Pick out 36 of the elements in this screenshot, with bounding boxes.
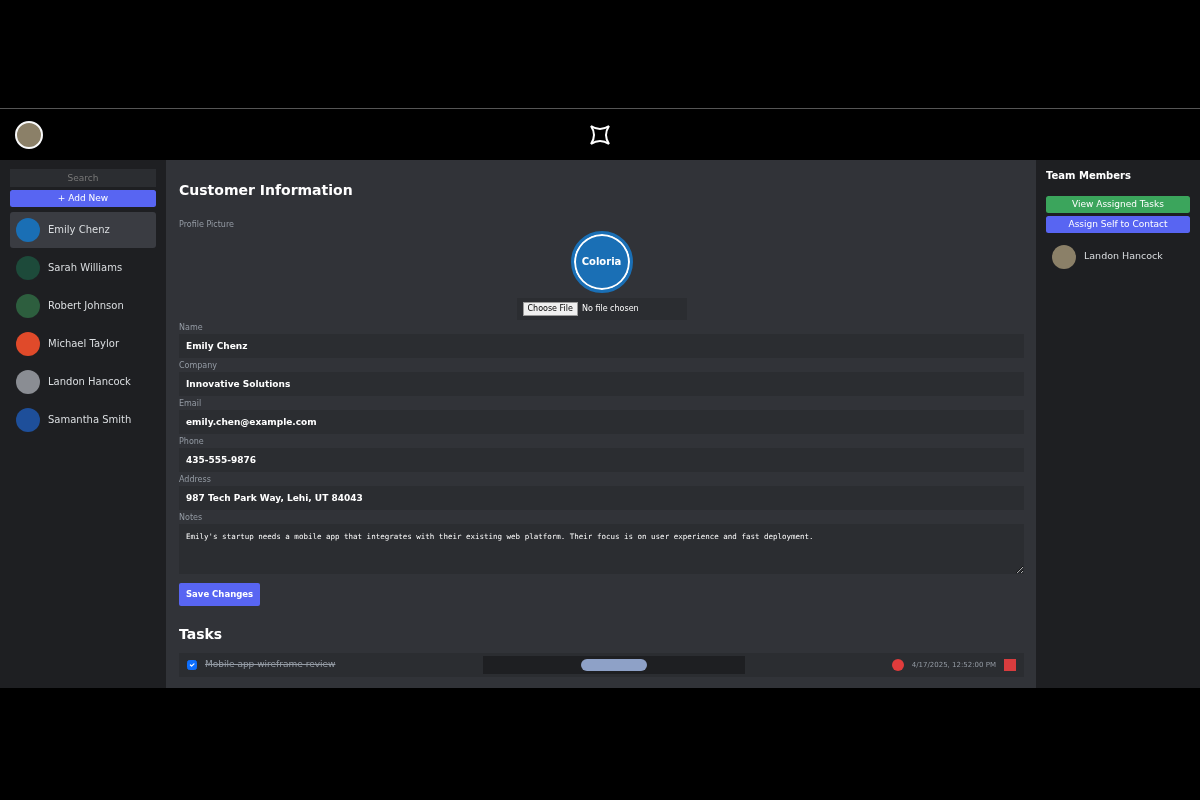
contact-item[interactable]: Samantha Smith (10, 401, 156, 438)
field-label: Notes (179, 512, 204, 525)
text-field[interactable]: Innovative Solutions (179, 372, 1024, 397)
save-changes-button[interactable]: Save Changes (179, 583, 261, 607)
contact-item[interactable]: Michael Taylor (10, 325, 156, 362)
field-label: Profile Picture (179, 218, 235, 231)
assignee-field[interactable] (482, 655, 745, 674)
text-field[interactable]: 987 Tech Park Way, Lehi, UT 84043 (179, 486, 1024, 511)
text-field[interactable]: Emily Chenz (179, 334, 1024, 359)
contact-item[interactable]: Robert Johnson (10, 287, 156, 324)
search-field[interactable]: Search (10, 169, 156, 187)
file-input[interactable]: Choose File No file chosen (516, 297, 687, 320)
field-label: Name (179, 322, 204, 335)
task-checkbox[interactable] (187, 659, 197, 670)
section-title: Tasks (179, 626, 224, 643)
field-label: Company (179, 360, 219, 373)
field-label: Email (179, 398, 203, 411)
toggle-pill[interactable] (580, 658, 647, 671)
field-label: Address (179, 474, 212, 487)
contact-item[interactable]: Emily Chenz (10, 211, 156, 248)
section-title: Customer Information (179, 182, 354, 199)
text-field[interactable]: 435-555-9876 (179, 448, 1024, 473)
field-label: Phone (179, 436, 205, 449)
delete-button[interactable] (1004, 658, 1016, 671)
text-field[interactable]: emily.chen@example.com (179, 410, 1024, 435)
action-button[interactable]: Assign Self to Contact (1046, 216, 1190, 233)
section-title: Team Members (1046, 170, 1132, 182)
contact-item[interactable]: Landon Hancock (10, 363, 156, 400)
task-title: Mobile app wireframe review (205, 658, 336, 672)
add-new-button[interactable]: + Add New (10, 189, 156, 207)
member-avatar (1052, 244, 1076, 269)
contact-item[interactable]: Sarah Williams (10, 249, 156, 286)
team-member[interactable]: Landon Hancock (1046, 240, 1190, 273)
app-logo-icon (589, 123, 611, 146)
company-logo: Coloria (570, 230, 633, 293)
user-avatar[interactable] (15, 120, 43, 149)
